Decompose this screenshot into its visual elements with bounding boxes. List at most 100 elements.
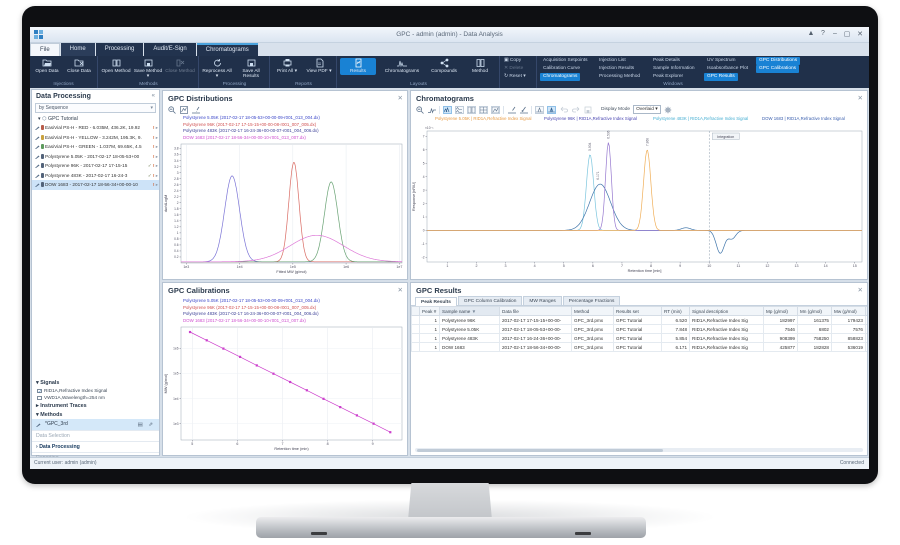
- window-gpc-distributions[interactable]: GPC Distributions: [756, 57, 800, 65]
- close-panel-icon[interactable]: ✕: [398, 94, 403, 102]
- display-mode-select[interactable]: Overlaid ▾: [633, 105, 661, 114]
- col-method[interactable]: Method: [572, 307, 614, 316]
- signal-curve-icon[interactable]: [427, 106, 436, 114]
- tree-row[interactable]: EasiVial PS-H - YELLOW - 3.242M, 195.3K,…: [32, 133, 159, 143]
- tree-row[interactable]: Polystyrene 483K - 2017-02-17 16-24-3✓ !…: [32, 171, 159, 181]
- calibrations-chart[interactable]: 567891e31e41e51e6Retention time (min)MW …: [163, 324, 407, 452]
- close-panel-icon[interactable]: ✕: [858, 94, 863, 102]
- method-row[interactable]: *GPC_3rd▤ ⇗: [32, 419, 159, 430]
- tab-home[interactable]: Home: [61, 43, 95, 56]
- manual-baseline-icon[interactable]: [507, 106, 516, 114]
- table-row[interactable]: 1Polystyrene 483K2017-02-17 16-24-36+00-…: [412, 334, 869, 343]
- view-pdf-button[interactable]: View PDF ▾: [304, 58, 334, 74]
- scrollbar-thumb[interactable]: [417, 449, 663, 452]
- instrument-traces-header[interactable]: ▸ Instrument Traces: [32, 401, 159, 410]
- reset-button[interactable]: ↻ Reset ▾: [504, 73, 526, 81]
- tree-row[interactable]: EasiVial PS-H - RED - 6.035M, 436.2K, 19…: [32, 123, 159, 133]
- tab-file[interactable]: File: [30, 43, 60, 56]
- alerts-icon[interactable]: ▲: [805, 30, 817, 37]
- col-mn[interactable]: Mn (g/mol): [798, 307, 832, 316]
- col-results-set[interactable]: Results set: [614, 307, 662, 316]
- open-method-button[interactable]: Open Method: [101, 58, 131, 74]
- window-chromatograms[interactable]: Chromatograms: [540, 73, 580, 81]
- layout-overlaid-icon[interactable]: [443, 106, 452, 114]
- layout-separated-icon[interactable]: [467, 106, 476, 114]
- layout-single-icon[interactable]: [491, 106, 500, 114]
- table-row[interactable]: 1DOW 16832017-02-17 18-56-34+00-00-GPC_3…: [412, 343, 869, 352]
- table-row[interactable]: 1Polystyrene 96K2017-02-17 17-15-15+00-0…: [412, 316, 869, 325]
- close-panel-icon[interactable]: ✕: [858, 286, 863, 294]
- layout-chromatograms-button[interactable]: Chromatograms: [382, 58, 422, 74]
- gear-icon[interactable]: [664, 106, 673, 114]
- zoom-out-icon[interactable]: [167, 106, 176, 114]
- method-tools-icons[interactable]: ▤ ⇗: [138, 420, 155, 431]
- open-data-button[interactable]: Open Data: [32, 58, 62, 74]
- close-button[interactable]: ✕: [854, 30, 866, 38]
- col-mp[interactable]: Mp (g/mol): [764, 307, 798, 316]
- window-peak-explorer[interactable]: Peak Explorer: [650, 73, 686, 81]
- table-row[interactable]: 1Polystyrene 5.05K2017-02-17 18-05-53+00…: [412, 325, 869, 334]
- col-mw[interactable]: Mw (g/mol): [832, 307, 866, 316]
- tree-row[interactable]: EasiVial PS-H - GREEN - 1.037M, 69.65K, …: [32, 142, 159, 152]
- horizontal-scrollbar[interactable]: [415, 448, 863, 452]
- chromatograms-chart[interactable]: 123456789101112131415-2-101234567Retenti…: [411, 123, 867, 274]
- window-gpc-calibrations[interactable]: GPC Calibrations: [756, 65, 799, 73]
- window-isoabsorbance-plot[interactable]: Isoabsorbance Plot: [704, 65, 751, 73]
- col-sample-name[interactable]: Sample name ▼: [440, 307, 500, 316]
- distributions-chart[interactable]: 1e31e41e51e61e70.20.40.60.811.21.41.61.8…: [163, 141, 407, 275]
- window-processing-method[interactable]: Processing Method: [596, 73, 643, 81]
- close-panel-icon[interactable]: ✕: [398, 286, 403, 294]
- close-data-button[interactable]: Close Data: [64, 58, 94, 74]
- window-injection-list[interactable]: Injection List: [596, 57, 629, 65]
- collapse-sidebar-button[interactable]: «: [152, 93, 155, 99]
- signal-checkbox-row[interactable]: VWD1A,Wavelength=254 nm: [32, 394, 159, 401]
- col-rt[interactable]: RT (min): [662, 307, 690, 316]
- help-button[interactable]: ?: [817, 30, 829, 37]
- layout-results-button[interactable]: Results: [340, 58, 376, 75]
- tab-peak-results[interactable]: Peak Results: [415, 297, 457, 306]
- signals-section-header[interactable]: ▾ Signals: [32, 378, 159, 387]
- window-peak-details[interactable]: Peak Details: [650, 57, 683, 65]
- layout-compounds-button[interactable]: Compounds: [426, 58, 462, 74]
- window-injection-results[interactable]: Injection Results: [596, 65, 637, 73]
- col-mz[interactable]: Mz (g/mol): [866, 307, 869, 316]
- minimize-button[interactable]: –: [829, 30, 841, 37]
- layout-stacked-icon[interactable]: [455, 106, 464, 114]
- print-all-button[interactable]: Print All ▾: [272, 58, 302, 74]
- window-uv-spectrum[interactable]: UV Spectrum: [704, 57, 739, 65]
- methods-section-header[interactable]: ▾ Methods: [32, 410, 159, 419]
- copy-button[interactable]: ▣ Copy: [504, 57, 526, 65]
- tree-row-selected[interactable]: DOW 1683 - 2017-02-17 18-56-34+00-00-10!…: [32, 180, 159, 190]
- chart-options-icon[interactable]: [179, 106, 188, 114]
- tab-percentage-fractions[interactable]: Percentage Fractions: [563, 296, 621, 305]
- tab-mw-ranges[interactable]: MW Ranges: [523, 296, 561, 305]
- sequence-filter-select[interactable]: by Sequence▾: [35, 103, 156, 113]
- window-acquisition-setpoints[interactable]: Acquisition Setpoints: [540, 57, 591, 65]
- window-sample-information[interactable]: Sample Information: [650, 65, 698, 73]
- nav-data-processing[interactable]: › Data Processing: [32, 441, 159, 452]
- tree-row[interactable]: Polystyrene 96K - 2017-02-17 17-15-15✓ !…: [32, 161, 159, 171]
- tab-processing[interactable]: Processing: [96, 43, 144, 56]
- tab-chromatograms[interactable]: Chromatograms: [197, 43, 258, 56]
- signal-checkbox-row[interactable]: ✓RID1A,Refractive Index Signal: [32, 387, 159, 394]
- col-data-file[interactable]: Data file: [500, 307, 572, 316]
- integration-events-icon[interactable]: [535, 106, 544, 114]
- window-calibration-curve[interactable]: Calibration Curve: [540, 65, 583, 73]
- layout-grid-icon[interactable]: [479, 106, 488, 114]
- tree-root[interactable]: ▾ ⬡ GPC Tutorial: [32, 114, 159, 123]
- save-method-button[interactable]: Save Method ▾: [133, 58, 163, 79]
- layout-method-button[interactable]: Method: [464, 58, 496, 74]
- show-integration-icon[interactable]: [547, 106, 556, 114]
- tab-audit-esign[interactable]: Audit/E-Sign: [144, 43, 195, 56]
- edit-curve-icon[interactable]: [191, 106, 200, 114]
- nav-data-selection[interactable]: Data Selection: [32, 430, 159, 441]
- manual-integration-icon[interactable]: [519, 106, 528, 114]
- zoom-out-icon[interactable]: [415, 106, 424, 114]
- col-peak[interactable]: Peak #: [420, 307, 440, 316]
- tab-gpc-column-calibration[interactable]: GPC Column Calibration: [458, 296, 523, 305]
- tree-row[interactable]: Polystyrene 5.05K - 2017-02-17 18-05-53+…: [32, 152, 159, 162]
- reprocess-all-button[interactable]: Reprocess All ▾: [202, 58, 232, 79]
- col-signal-description[interactable]: Signal description: [690, 307, 764, 316]
- save-all-results-button[interactable]: Save All Results: [236, 58, 266, 79]
- maximize-button[interactable]: ▢: [841, 30, 853, 38]
